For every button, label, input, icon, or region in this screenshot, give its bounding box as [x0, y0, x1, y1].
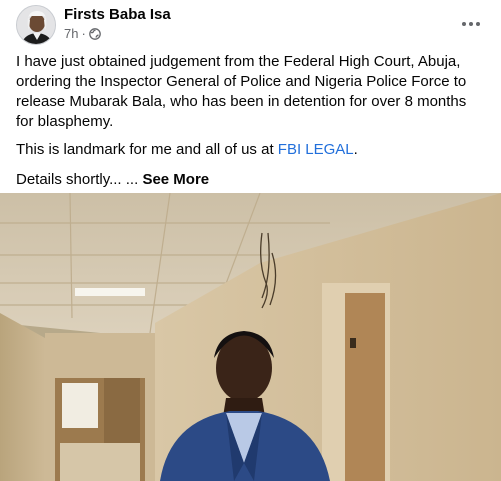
more-horizontal-icon [462, 22, 466, 26]
see-more-link[interactable]: See More [142, 171, 209, 188]
author-name[interactable]: Firsts Baba Isa [64, 6, 171, 23]
post-meta: 7h · [64, 26, 101, 41]
post-paragraph-3: Details shortly... ... See More [16, 170, 486, 190]
post-time[interactable]: 7h [64, 26, 78, 41]
post-photo[interactable] [0, 193, 501, 481]
post-header: Firsts Baba Isa 7h · [0, 0, 501, 48]
more-options-button[interactable] [459, 12, 483, 36]
facebook-post: Firsts Baba Isa 7h · I have just obtaine… [0, 0, 501, 481]
author-avatar[interactable] [16, 5, 56, 45]
paragraph-2-end: . [353, 141, 358, 158]
post-paragraph-1: I have just obtained judgement from the … [16, 53, 467, 130]
paragraph-3-text: Details shortly... ... [16, 171, 143, 188]
fbi-legal-link[interactable]: FBI LEGAL [278, 141, 354, 158]
post-text: I have just obtained judgement from the … [16, 52, 486, 200]
meta-separator: · [81, 26, 86, 41]
paragraph-2-text: This is landmark for me and all of us at [16, 141, 278, 158]
globe-icon[interactable] [88, 27, 101, 40]
post-paragraph-2: This is landmark for me and all of us at… [16, 140, 486, 160]
